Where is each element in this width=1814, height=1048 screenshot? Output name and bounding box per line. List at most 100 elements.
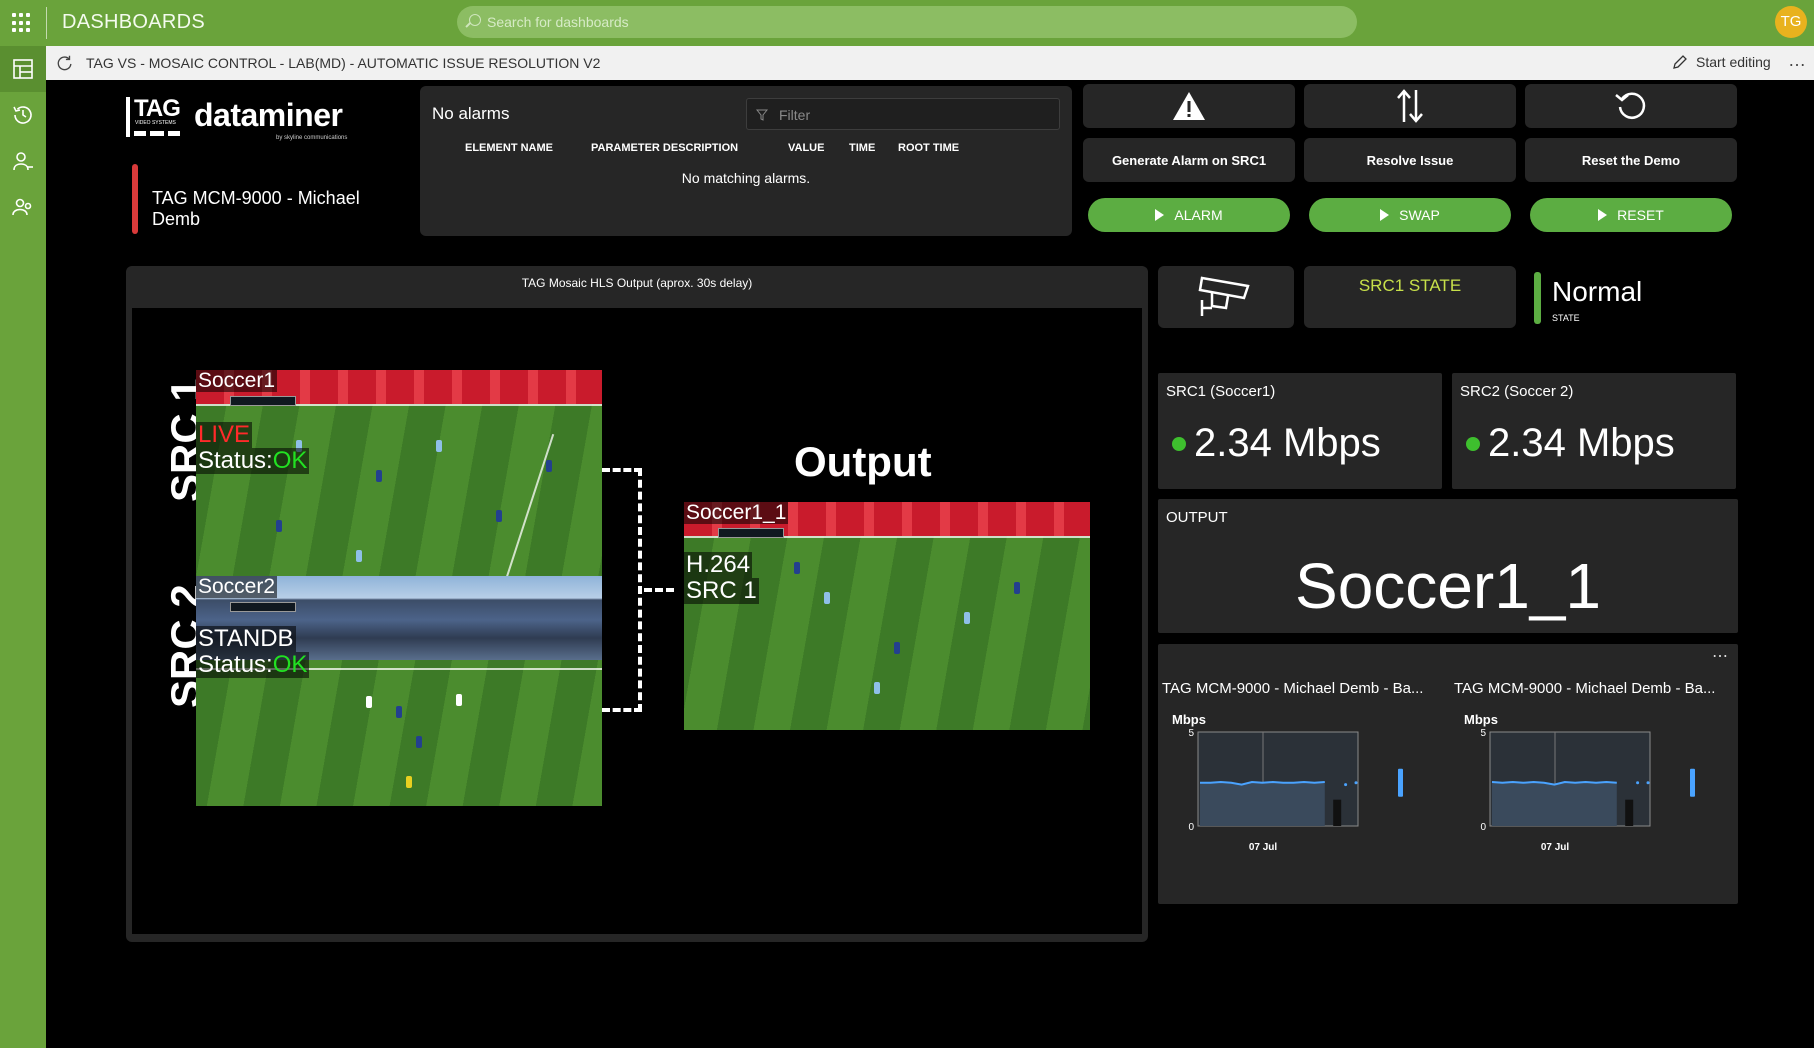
routing-line: [644, 588, 674, 592]
series-point: [1354, 781, 1358, 785]
sidebar-item-dashboards[interactable]: [0, 46, 46, 92]
reload-icon[interactable]: [56, 54, 74, 72]
column-header-element-name[interactable]: ELEMENT NAME: [465, 142, 553, 154]
feed-output-name: Soccer1_1: [684, 502, 789, 524]
state-sub: STATE: [1552, 313, 1580, 323]
alarm-filter-input[interactable]: Filter: [746, 98, 1060, 130]
breadcrumb: TAG VS - MOSAIC CONTROL - LAB(MD) - AUTO…: [86, 55, 601, 71]
alarm-table-title: No alarms: [432, 104, 510, 123]
feed-src1-name: Soccer1: [196, 370, 278, 392]
apps-grid-icon[interactable]: [12, 13, 32, 33]
more-options-icon[interactable]: …: [1788, 50, 1807, 71]
pencil-icon: [1673, 55, 1687, 69]
x-tick-label: 07 Jul: [1249, 842, 1278, 853]
sidebar-item-users[interactable]: [0, 184, 46, 230]
start-editing-button[interactable]: Start editing: [1672, 54, 1771, 70]
dataminer-brand-sub: by skyline communications: [276, 135, 348, 141]
filter-placeholder: Filter: [779, 107, 811, 123]
y-tick-label: 5: [1188, 728, 1194, 739]
scroll-handle[interactable]: [1398, 768, 1403, 797]
element-status[interactable]: TAG MCM-9000 - Michael Demb: [132, 164, 398, 234]
hls-output-panel: TAG Mosaic HLS Output (aprox. 30s delay)…: [126, 266, 1148, 942]
trend-chart-1[interactable]: 5 0 07 Jul: [1178, 724, 1448, 894]
alarm-table: No alarms Filter ELEMENT NAME PARAMETER …: [420, 86, 1072, 236]
user-avatar[interactable]: TG: [1775, 6, 1807, 38]
search-box[interactable]: [457, 6, 1357, 38]
kpi-src2: SRC2 (Soccer 2) 2.34 Mbps: [1452, 373, 1736, 489]
status-dot: [1466, 436, 1480, 451]
element-status-indicator: [132, 164, 138, 234]
trend-panel: ⋯ TAG MCM-9000 - Michael Demb - Ba... TA…: [1158, 644, 1738, 904]
feed-output: Soccer1_1 H.264 SRC 1: [684, 502, 1090, 730]
src1-state-tile: SRC1 STATE: [1304, 266, 1516, 328]
resolve-issue-label-tile: Resolve Issue: [1304, 138, 1516, 182]
column-header-value[interactable]: VALUE: [788, 142, 824, 154]
column-header-parameter-description[interactable]: PARAMETER DESCRIPTION: [591, 142, 738, 154]
series-point: [1646, 781, 1650, 785]
camera-tile: [1158, 266, 1294, 328]
dataminer-brand: dataminer: [194, 97, 343, 133]
src1-state-value-tile: Normal STATE: [1534, 266, 1744, 328]
swap-button[interactable]: SWAP: [1309, 198, 1511, 232]
play-icon: [1380, 209, 1390, 221]
alarm-tile-icon: [1083, 84, 1295, 128]
routing-bracket: [602, 468, 642, 712]
feed-src2: Soccer2 STANDB Status:OK: [196, 576, 602, 806]
generate-alarm-label: Generate Alarm on SRC1: [1111, 152, 1267, 168]
camera-icon: [1198, 276, 1250, 316]
search-input[interactable]: [487, 11, 1327, 33]
start-editing-label: Start editing: [1696, 54, 1771, 70]
reset-tile-icon: [1525, 84, 1737, 128]
data-gap: [1625, 799, 1634, 826]
play-icon: [1598, 209, 1608, 221]
feed-output-source: SRC 1: [684, 577, 759, 604]
kpi-src1: SRC1 (Soccer1) 2.34 Mbps: [1158, 373, 1442, 489]
dataminer-logo: TAG VIDEO SYSTEMS dataminer by skyline c…: [126, 95, 356, 155]
trend-chart-2[interactable]: 5 0 07 Jul: [1470, 724, 1740, 894]
state-value: Normal: [1552, 276, 1643, 307]
users-icon: [12, 198, 32, 216]
warning-icon: [1173, 92, 1205, 120]
column-header-time[interactable]: TIME: [849, 142, 875, 154]
scoreboard: [718, 528, 784, 538]
swap-tile-icon: [1304, 84, 1516, 128]
tag-logo-text: TAG: [134, 95, 181, 122]
play-icon: [1155, 209, 1165, 221]
dashboard-canvas: TAG VIDEO SYSTEMS dataminer by skyline c…: [46, 80, 1814, 1048]
sidebar-item-user[interactable]: [0, 138, 46, 184]
feed-src2-name: Soccer2: [196, 576, 278, 598]
scoreboard: [230, 396, 296, 406]
series-point: [1636, 781, 1640, 785]
search-icon: [469, 14, 481, 26]
column-header-root-time[interactable]: ROOT TIME: [898, 142, 959, 154]
output-title: Output: [794, 438, 932, 485]
scroll-handle[interactable]: [1690, 768, 1695, 797]
reset-button-label: RESET: [1617, 207, 1664, 223]
tag-logo-sub: VIDEO SYSTEMS: [135, 120, 176, 126]
app-title: DASHBOARDS: [62, 11, 206, 33]
dashboards-icon: [13, 59, 33, 79]
sidebar-item-history[interactable]: [0, 92, 46, 138]
trend-more-icon[interactable]: ⋯: [1712, 646, 1728, 666]
status-dot: [1172, 436, 1186, 451]
trend-title-2: TAG MCM-9000 - Michael Demb - Ba...: [1454, 680, 1716, 697]
alarm-button[interactable]: ALARM: [1088, 198, 1290, 232]
reset-demo-label: Reset the Demo: [1581, 152, 1681, 168]
feed-src1-state: LIVE: [196, 421, 253, 448]
src1-state-label: SRC1 STATE: [1358, 276, 1462, 295]
kpi-output-title: OUTPUT: [1166, 509, 1228, 526]
feed-output-codec: H.264: [684, 551, 753, 578]
state-indicator: [1534, 272, 1541, 324]
trend-title-1: TAG MCM-9000 - Michael Demb - Ba...: [1162, 680, 1424, 697]
swap-button-label: SWAP: [1399, 207, 1440, 223]
feed-src2-state: STANDB: [196, 625, 296, 652]
reset-button[interactable]: RESET: [1530, 198, 1732, 232]
feed-src1-status: Status:OK: [196, 447, 310, 474]
kpi-src1-title: SRC1 (Soccer1): [1166, 383, 1276, 400]
video-player[interactable]: SRC 1 SRC 2 Soccer1 LIVE Status:OK Socce…: [132, 308, 1142, 934]
feed-src1: Soccer1 LIVE Status:OK: [196, 370, 602, 600]
series-area: [1200, 782, 1325, 826]
y-tick-label: 0: [1480, 822, 1486, 833]
divider: [46, 7, 47, 39]
filter-icon: [756, 109, 768, 121]
